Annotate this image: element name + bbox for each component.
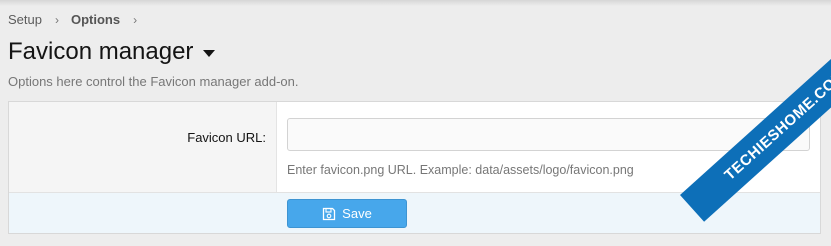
favicon-url-input[interactable] <box>287 118 810 151</box>
floppy-disk-icon <box>322 207 336 221</box>
title-row[interactable]: Favicon manager <box>8 38 216 66</box>
chevron-right-icon: › <box>54 12 59 27</box>
submit-row: Save <box>9 193 820 233</box>
breadcrumb-setup[interactable]: Setup <box>8 12 42 27</box>
caret-down-icon[interactable] <box>203 50 216 57</box>
favicon-url-row: Favicon URL: Enter favicon.png URL. Exam… <box>9 102 820 193</box>
label-column: Favicon URL: <box>9 102 277 192</box>
save-button[interactable]: Save <box>287 199 407 228</box>
page-description: Options here control the Favicon manager… <box>8 74 299 89</box>
favicon-url-label: Favicon URL: <box>187 130 266 145</box>
options-form: Favicon URL: Enter favicon.png URL. Exam… <box>8 101 821 234</box>
breadcrumb: Setup › Options › <box>8 12 149 27</box>
chevron-right-icon: › <box>133 12 138 27</box>
favicon-url-hint: Enter favicon.png URL. Example: data/ass… <box>287 163 634 177</box>
top-shadow <box>0 0 831 6</box>
breadcrumb-options[interactable]: Options <box>71 12 120 27</box>
page-title: Favicon manager <box>8 38 194 65</box>
save-button-label: Save <box>342 206 372 221</box>
